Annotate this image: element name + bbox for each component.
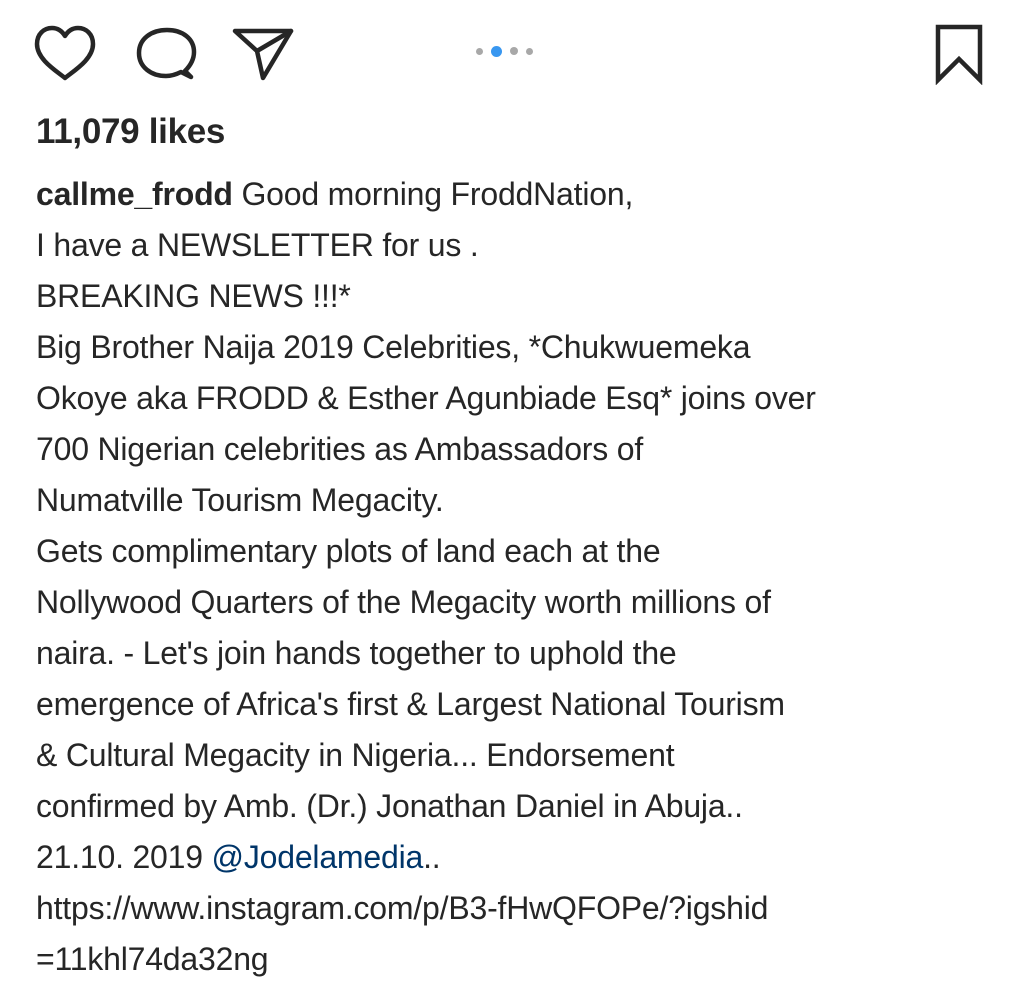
- carousel-indicator: [476, 45, 533, 57]
- mention-link[interactable]: @Jodelamedia: [212, 839, 424, 875]
- like-button[interactable]: [33, 25, 97, 83]
- carousel-dot: [476, 47, 483, 55]
- bookmark-outline-icon: [935, 24, 983, 85]
- carousel-dot-active: [491, 45, 502, 57]
- heart-outline-icon: [34, 25, 96, 81]
- caption-date: 21.10. 2019: [36, 839, 212, 875]
- caption-line: callme_frodd Good morning FroddNation,: [36, 169, 1006, 220]
- caption-line: Gets complimentary plots of land each at…: [36, 533, 661, 569]
- save-button[interactable]: [933, 23, 985, 85]
- caption-url-line: https://www.instagram.com/p/B3-fHwQFOPe/…: [36, 890, 769, 926]
- caption-line: emergence of Africa's first & Largest Na…: [36, 686, 785, 722]
- caption-line: naira. - Let's join hands together to up…: [36, 635, 677, 671]
- caption-line: Numatville Tourism Megacity.: [36, 482, 444, 518]
- caption-url-line: =11khl74da32ng: [36, 941, 269, 977]
- caption-line: BREAKING NEWS !!!*: [36, 278, 351, 314]
- caption-line: 21.10. 2019 @Jodelamedia..: [36, 832, 1006, 883]
- comment-button[interactable]: [133, 27, 197, 85]
- caption-line: & Cultural Megacity in Nigeria... Endors…: [36, 737, 675, 773]
- caption-line: Nollywood Quarters of the Megacity worth…: [36, 584, 771, 620]
- caption-line: Big Brother Naija 2019 Celebrities, *Chu…: [36, 329, 751, 365]
- share-button[interactable]: [231, 25, 295, 83]
- caption-text: Good morning FroddNation,: [232, 176, 634, 212]
- caption-username[interactable]: callme_frodd: [36, 176, 233, 212]
- carousel-dot: [526, 47, 533, 55]
- speech-bubble-icon: [136, 27, 197, 80]
- likes-count[interactable]: 11,079 likes: [36, 112, 225, 152]
- paper-plane-icon: [232, 28, 294, 81]
- post-caption: callme_frodd Good morning FroddNation, I…: [36, 169, 1006, 985]
- caption-line: 700 Nigerian celebrities as Ambassadors …: [36, 431, 644, 467]
- caption-line: confirmed by Amb. (Dr.) Jonathan Daniel …: [36, 788, 743, 824]
- caption-line: I have a NEWSLETTER for us .: [36, 227, 479, 263]
- carousel-dot: [510, 47, 518, 55]
- caption-text: ..: [423, 839, 441, 875]
- caption-line: Okoye aka FRODD & Esther Agunbiade Esq* …: [36, 380, 816, 416]
- post-action-bar: [0, 0, 1024, 110]
